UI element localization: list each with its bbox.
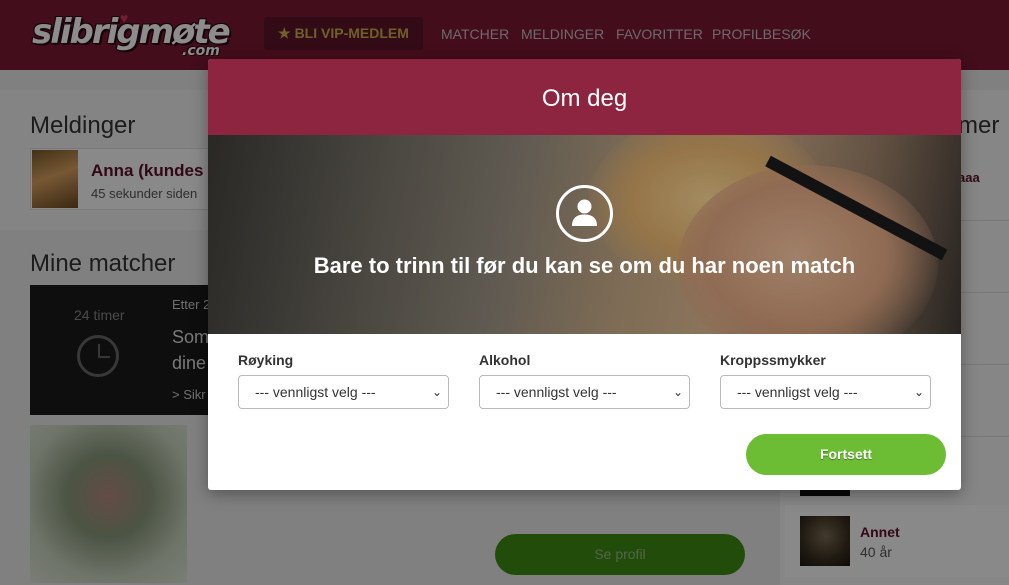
field-label-alcohol: Alkohol <box>479 352 531 368</box>
chevron-down-icon: ⌄ <box>672 385 683 399</box>
field-label-smoking: Røyking <box>238 352 294 368</box>
select-value: --- vennligst velg --- <box>255 384 376 400</box>
hero-banner: Bare to trinn til før du kan se om du ha… <box>208 135 961 334</box>
about-you-modal: Om deg Bare to trinn til før du kan se o… <box>208 59 961 490</box>
smoking-select[interactable]: --- vennligst velg --- ⌄ <box>238 375 449 409</box>
modal-title: Om deg <box>541 85 628 112</box>
chevron-down-icon: ⌄ <box>913 385 924 399</box>
chevron-down-icon: ⌄ <box>431 385 442 399</box>
select-value: --- vennligst velg --- <box>496 384 617 400</box>
modal-header: Om deg <box>208 59 961 135</box>
user-icon <box>556 185 613 242</box>
alcohol-select[interactable]: --- vennligst velg --- ⌄ <box>479 375 690 409</box>
field-label-piercings: Kroppssmykker <box>720 352 826 368</box>
continue-button[interactable]: Fortsett <box>746 434 946 475</box>
select-value: --- vennligst velg --- <box>737 384 858 400</box>
hero-text: Bare to trinn til før du kan se om du ha… <box>313 253 856 278</box>
piercings-select[interactable]: --- vennligst velg --- ⌄ <box>720 375 931 409</box>
